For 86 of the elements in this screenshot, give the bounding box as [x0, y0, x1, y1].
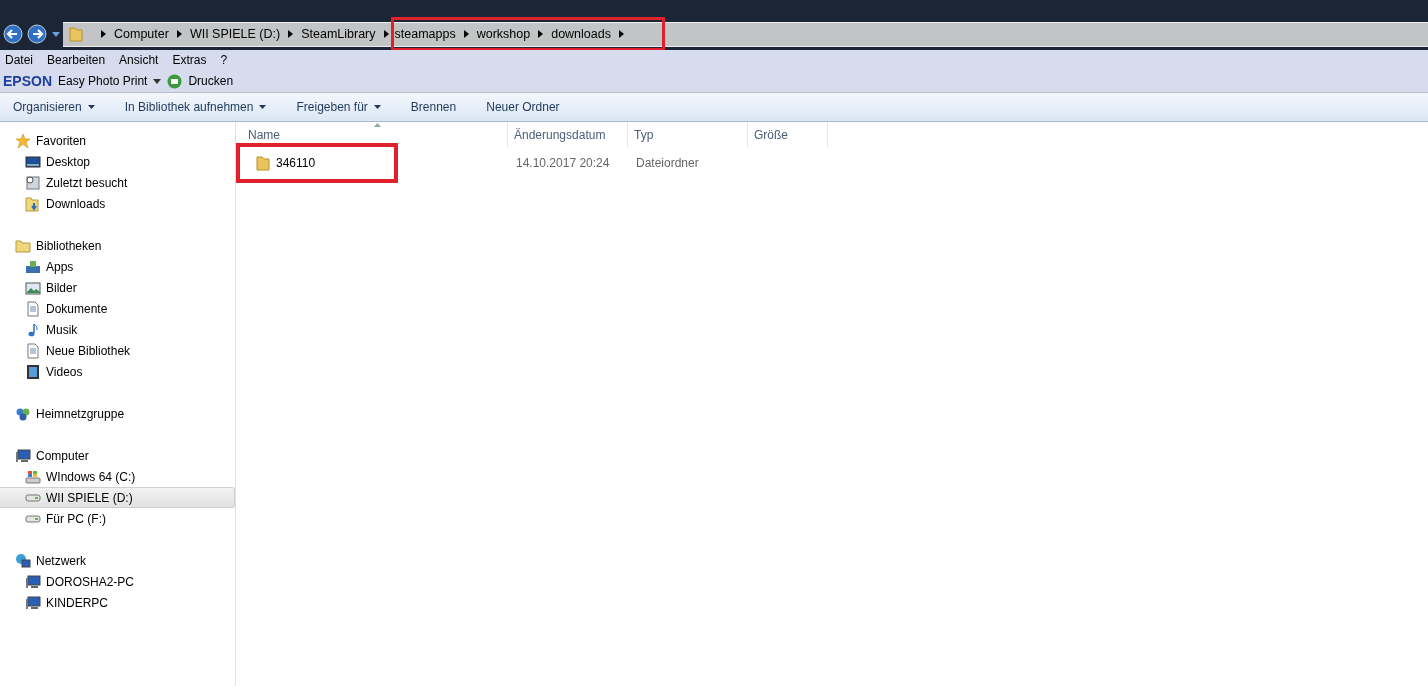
drive-icon	[25, 493, 41, 502]
sidebar-item[interactable]: Neue Bibliothek	[0, 340, 235, 361]
star-icon	[15, 132, 31, 149]
breadcrumb-arrow-icon[interactable]	[383, 30, 389, 38]
drive-icon	[25, 514, 41, 523]
sidebar-item[interactable]: Musik	[0, 319, 235, 340]
toolbar-button[interactable]: In Bibliothek aufnehmen	[115, 96, 276, 118]
breadcrumb-arrow-icon[interactable]	[176, 30, 182, 38]
document-icon	[25, 342, 41, 359]
breadcrumb-segment[interactable]: WII SPIELE (D:)	[189, 27, 281, 41]
menu-item[interactable]: ?	[220, 53, 228, 67]
sidebar-group[interactable]: Computer	[0, 445, 235, 466]
desktop-icon	[25, 153, 41, 170]
caret-icon	[87, 105, 95, 109]
menu-item[interactable]: Ansicht	[119, 53, 159, 67]
group-label: Computer	[36, 448, 89, 463]
table-cell-text: Dateiordner	[635, 156, 700, 170]
group-label: Bibliotheken	[36, 238, 102, 253]
sidebar-group[interactable]: Bibliotheken	[0, 235, 235, 256]
easy-photo-print-button[interactable]: Easy Photo Print	[58, 74, 148, 88]
sidebar-item[interactable]: KINDERPC	[0, 592, 235, 613]
column-header[interactable]: Änderungsdatum	[508, 122, 628, 147]
group-label: Favoriten	[36, 133, 87, 148]
menu-item[interactable]: Extras	[172, 53, 207, 67]
file-name-cell[interactable]: 346110	[236, 143, 398, 183]
epson-logo: EPSON	[3, 73, 52, 89]
downloads-icon	[25, 195, 41, 212]
windows-drive-icon	[25, 468, 41, 485]
column-header[interactable]: Name	[236, 122, 508, 147]
caret-icon	[259, 105, 267, 109]
recent-icon	[25, 174, 41, 191]
sidebar-item[interactable]: WII SPIELE (D:)	[0, 487, 235, 508]
sidebar-item[interactable]: Downloads	[0, 193, 235, 214]
apps-icon	[25, 258, 41, 275]
folder-icon	[256, 155, 270, 171]
toolbar-button[interactable]: Organisieren	[4, 96, 104, 118]
history-caret-icon[interactable]	[52, 31, 60, 37]
print-button[interactable]: Drucken	[188, 74, 234, 88]
caret-icon[interactable]	[153, 78, 162, 84]
breadcrumb-arrow-icon[interactable]	[288, 30, 294, 38]
network-icon	[15, 552, 31, 569]
breadcrumb-segment[interactable]: SteamLibrary	[301, 27, 376, 41]
sidebar-item[interactable]: Dokumente	[0, 298, 235, 319]
sidebar-item[interactable]: Bilder	[0, 277, 235, 298]
column-header[interactable]: Größe	[748, 122, 828, 147]
back-button[interactable]	[1, 22, 25, 46]
menu-item[interactable]: Datei	[5, 53, 33, 67]
breadcrumb-arrow-icon[interactable]	[463, 30, 469, 38]
breadcrumb-segment[interactable]: Computer	[114, 27, 169, 41]
breadcrumb-arrow-icon[interactable]	[618, 30, 624, 38]
folder-icon	[69, 26, 83, 42]
sidebar-group[interactable]: Heimnetzgruppe	[0, 403, 235, 424]
video-icon	[25, 363, 41, 380]
breadcrumb-segment[interactable]: workshop	[476, 27, 531, 41]
toolbar-button[interactable]: Brennen	[401, 96, 466, 118]
toolbar-button[interactable]: Neuer Ordner	[477, 96, 569, 118]
library-icon	[15, 237, 31, 254]
sidebar-item[interactable]: Videos	[0, 361, 235, 382]
column-header[interactable]: Typ	[628, 122, 748, 147]
computer-icon	[25, 594, 41, 611]
group-label: Netzwerk	[36, 553, 86, 568]
printer-icon	[167, 73, 183, 89]
sidebar-item[interactable]: Desktop	[0, 151, 235, 172]
sidebar-group[interactable]: Favoriten	[0, 130, 235, 151]
pictures-icon	[25, 279, 41, 296]
breadcrumb-segment[interactable]: downloads	[551, 27, 611, 41]
sidebar-item[interactable]: WIndows 64 (C:)	[0, 466, 235, 487]
sidebar-item[interactable]: Zuletzt besucht	[0, 172, 235, 193]
sidebar-group[interactable]: Netzwerk	[0, 550, 235, 571]
breadcrumb-arrow-icon[interactable]	[101, 30, 106, 38]
breadcrumb-arrow-icon[interactable]	[538, 30, 544, 38]
sidebar-item[interactable]: DOROSHA2-PC	[0, 571, 235, 592]
sort-arrow-icon	[374, 123, 381, 127]
sidebar-item[interactable]: Apps	[0, 256, 235, 277]
computer-icon	[15, 447, 31, 464]
sidebar-item[interactable]: Für PC (F:)	[0, 508, 235, 529]
folder-name: 346110	[276, 156, 316, 170]
forward-button[interactable]	[25, 22, 49, 46]
breadcrumb-segment[interactable]: steamapps	[394, 27, 456, 41]
caret-icon	[373, 105, 381, 109]
computer-icon	[25, 573, 41, 590]
toolbar-button[interactable]: Freigeben für	[287, 96, 390, 118]
table-cell-text: 14.10.2017 20:24	[515, 156, 611, 170]
menu-item[interactable]: Bearbeiten	[47, 53, 106, 67]
document-icon	[25, 300, 41, 317]
group-label: Heimnetzgruppe	[36, 406, 125, 421]
